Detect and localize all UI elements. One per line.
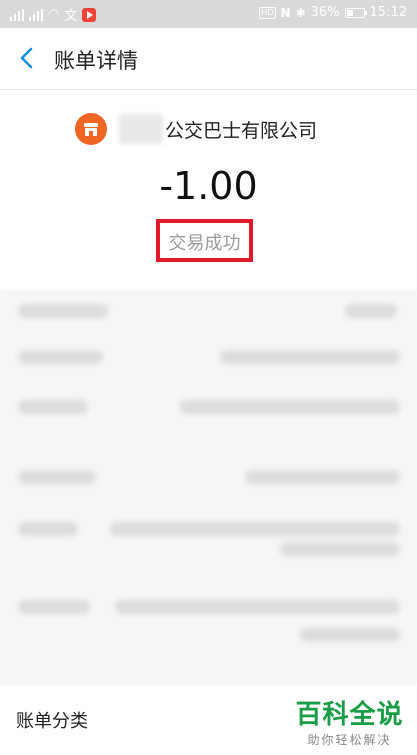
navigation-header: 账单详情 [0, 28, 417, 90]
app-notification-label: 文 [64, 9, 78, 24]
wifi-icon: ◠ [48, 6, 60, 22]
chevron-left-icon [20, 47, 33, 69]
battery-icon [344, 7, 367, 18]
merchant-name: 公交巴士有限公司 [165, 120, 318, 142]
watermark-title: 百科全说 [295, 700, 404, 730]
detail-row [0, 522, 417, 542]
back-button[interactable] [12, 43, 42, 73]
bluetooth-icon: ✱ [295, 5, 306, 20]
status-time: 15:12 [369, 5, 407, 20]
nfc-icon: N [280, 5, 291, 20]
transaction-details-blurred [0, 290, 417, 685]
transaction-status: 交易成功 [168, 233, 241, 254]
battery-percent: 36% [310, 5, 340, 20]
detail-row [0, 542, 417, 562]
status-highlight-box: 交易成功 [156, 219, 253, 262]
status-right: HD N ✱ 36% 15:12 [259, 5, 407, 20]
detail-row [0, 400, 417, 420]
video-app-icon [82, 7, 97, 22]
merchant-info: 公交巴士有限公司 [0, 108, 417, 148]
detail-row [0, 628, 417, 648]
status-left: ◠ 文 [10, 5, 97, 24]
watermark-subtitle: 助你轻松解决 [307, 733, 392, 747]
bill-category-row[interactable]: 账单分类 百科全说 助你轻松解决 [0, 690, 417, 755]
hd-badge: HD [259, 6, 276, 19]
signal-icon-2 [29, 8, 43, 21]
store-icon [75, 113, 107, 145]
detail-row [0, 350, 417, 370]
detail-row [0, 304, 417, 324]
transaction-amount: -1.00 [159, 164, 258, 208]
status-bar: ◠ 文 HD N ✱ 36% 15:12 [0, 0, 417, 28]
detail-row [0, 600, 417, 620]
merchant-name-redacted [119, 114, 163, 144]
page-title: 账单详情 [54, 49, 138, 73]
signal-icon [10, 8, 24, 21]
detail-row [0, 470, 417, 490]
watermark-logo: 百科全说 助你轻松解决 [292, 694, 407, 748]
bill-category-label: 账单分类 [16, 711, 88, 732]
